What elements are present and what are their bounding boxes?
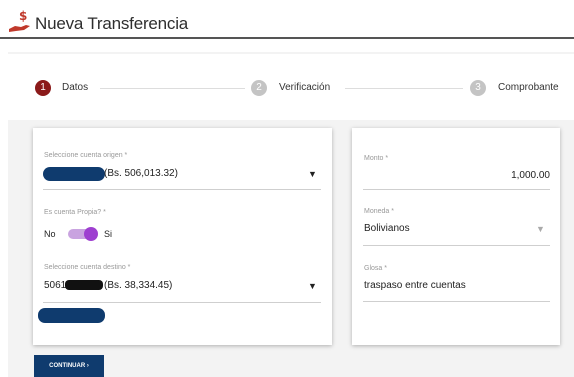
origin-account-redacted <box>43 167 105 181</box>
origin-account-underline <box>43 189 321 190</box>
destination-dropdown-arrow-icon[interactable]: ▼ <box>308 281 317 291</box>
step-1-circle: 1 <box>35 80 51 96</box>
destination-account-prefix[interactable]: 5061 <box>44 280 66 291</box>
memo-label: Glosa * <box>364 265 387 272</box>
chevron-right-icon: › <box>86 363 89 369</box>
hand-money-icon: $ <box>9 9 30 32</box>
step-1-label: Datos <box>62 82 89 93</box>
step-connector-1 <box>100 88 245 89</box>
step-connector-2 <box>345 88 463 89</box>
own-account-toggle-knob[interactable] <box>84 227 98 241</box>
destination-account-redacted <box>65 280 103 290</box>
memo-underline <box>363 301 550 302</box>
page-title: Nueva Transferencia <box>35 14 189 33</box>
step-2-circle: 2 <box>251 80 267 96</box>
memo-input[interactable]: traspaso entre cuentas <box>364 280 466 291</box>
header-divider <box>0 37 574 39</box>
currency-underline <box>363 245 550 246</box>
destination-account-label: Seleccione cuenta destino * <box>44 264 131 271</box>
origin-dropdown-arrow-icon[interactable]: ▼ <box>308 169 317 179</box>
origin-account-select[interactable]: (Bs. 506,013.32) <box>104 168 178 179</box>
own-account-no-label: No <box>44 229 56 239</box>
destination-account-underline <box>43 302 321 303</box>
origin-account-label: Seleccione cuenta origen * <box>44 152 128 159</box>
continue-button-label: CONTINUAR <box>49 363 86 369</box>
page-header: $ Nueva Transferencia <box>0 0 574 40</box>
destination-name-redacted <box>38 308 105 323</box>
destination-account-balance[interactable]: (Bs. 38,334.45) <box>104 280 172 291</box>
amount-label: Monto * <box>364 155 389 162</box>
svg-text:$: $ <box>19 9 27 23</box>
step-3-circle: 3 <box>470 80 486 96</box>
currency-select[interactable]: Bolivianos <box>364 223 410 234</box>
step-3-label: Comprobante <box>498 82 559 93</box>
currency-dropdown-arrow-icon[interactable]: ▼ <box>536 224 545 234</box>
amount-underline <box>363 189 550 190</box>
amount-input[interactable]: 1,000.00 <box>490 170 550 181</box>
continue-button[interactable]: CONTINUAR › <box>34 355 104 377</box>
step-2-label: Verificación <box>279 82 331 93</box>
own-account-yes-label: Si <box>104 229 113 239</box>
own-account-label: Es cuenta Propia? * <box>44 209 106 216</box>
currency-label: Moneda * <box>364 208 394 215</box>
